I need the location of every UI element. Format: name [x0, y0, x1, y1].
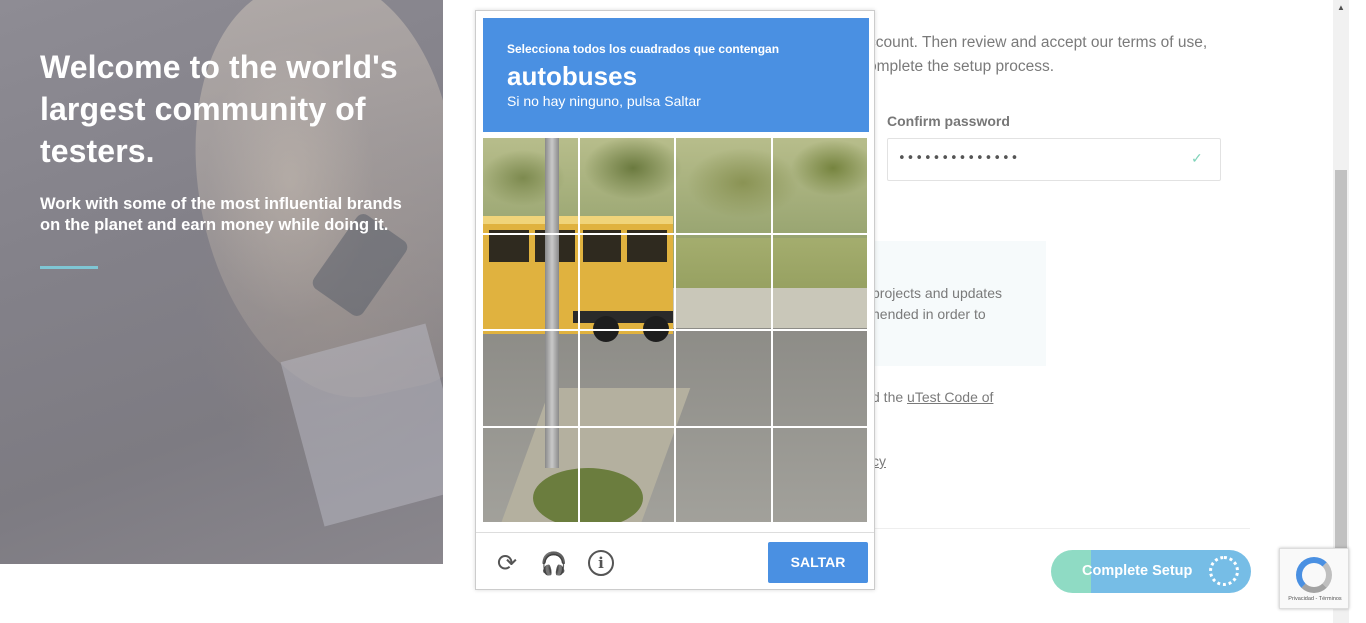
headphones-icon[interactable]: 🎧 — [540, 550, 568, 578]
captcha-tile-image — [579, 138, 674, 233]
page-root: Welcome to the world's largest community… — [0, 0, 1366, 623]
recaptcha-badge[interactable]: Privacidad - Términos — [1279, 548, 1349, 609]
captcha-tile-7[interactable] — [676, 234, 771, 329]
checkmark-icon: ✓ — [1191, 150, 1203, 166]
captcha-tile-8[interactable] — [772, 234, 867, 329]
captcha-tile-16[interactable] — [772, 427, 867, 522]
captcha-tile-image — [483, 427, 578, 522]
form-divider — [868, 528, 1250, 529]
notifications-info-text: projects and updates nended in order to — [872, 285, 1002, 322]
hero-panel: Welcome to the world's largest community… — [0, 0, 443, 564]
captcha-tile-image — [579, 427, 674, 522]
captcha-header: Selecciona todos los cuadrados que conte… — [483, 18, 869, 132]
code-prefix: d the — [872, 389, 908, 405]
captcha-hint: Si no hay ninguno, pulsa Saltar — [507, 93, 701, 109]
scroll-up-arrow-icon[interactable]: ▲ — [1335, 2, 1347, 14]
captcha-tile-2[interactable] — [579, 138, 674, 233]
hero-content: Welcome to the world's largest community… — [40, 46, 410, 269]
captcha-tile-image — [483, 234, 578, 329]
captcha-tile-image — [772, 234, 867, 329]
code-of-conduct-text: d the uTest Code of — [872, 389, 993, 405]
captcha-tile-14[interactable] — [579, 427, 674, 522]
captcha-tile-image — [772, 427, 867, 522]
captcha-instruction: Selecciona todos los cuadrados que conte… — [507, 42, 780, 56]
recaptcha-footer: Privacidad - Términos — [1288, 596, 1342, 602]
captcha-tile-12[interactable] — [772, 331, 867, 426]
hero-accent-rule — [40, 266, 98, 269]
captcha-target: autobuses — [507, 61, 638, 91]
captcha-footer-divider — [476, 532, 874, 533]
loading-spinner-icon — [1209, 556, 1239, 586]
captcha-tile-1[interactable] — [483, 138, 578, 233]
captcha-tile-11[interactable] — [676, 331, 771, 426]
captcha-tile-9[interactable] — [483, 331, 578, 426]
captcha-tile-3[interactable] — [676, 138, 771, 233]
captcha-tile-15[interactable] — [676, 427, 771, 522]
scrollbar-thumb[interactable] — [1335, 170, 1347, 550]
captcha-challenge-dialog: Selecciona todos los cuadrados que conte… — [475, 10, 875, 590]
captcha-tile-image — [676, 138, 771, 233]
captcha-tile-image — [676, 234, 771, 329]
captcha-tile-5[interactable] — [483, 234, 578, 329]
reload-icon[interactable]: ⟳ — [493, 550, 521, 578]
captcha-tile-image — [483, 138, 578, 233]
captcha-tile-image — [676, 427, 771, 522]
code-of-conduct-link[interactable]: uTest Code of — [907, 389, 993, 405]
captcha-tile-10[interactable] — [579, 331, 674, 426]
recaptcha-logo-icon — [1296, 557, 1332, 593]
confirm-password-input[interactable]: •••••••••••••• — [887, 138, 1221, 181]
captcha-tile-image — [676, 331, 771, 426]
confirm-password-label: Confirm password — [887, 113, 1010, 129]
hero-title: Welcome to the world's largest community… — [40, 49, 398, 169]
captcha-tile-image — [579, 234, 674, 329]
form-intro: ccount. Then review and accept our terms… — [868, 34, 1208, 75]
captcha-tile-image — [772, 138, 867, 233]
captcha-tile-6[interactable] — [579, 234, 674, 329]
captcha-tile-4[interactable] — [772, 138, 867, 233]
captcha-tile-image — [772, 331, 867, 426]
captcha-tile-image — [483, 331, 578, 426]
info-icon[interactable]: i — [588, 550, 614, 576]
captcha-tile-13[interactable] — [483, 427, 578, 522]
captcha-tile-image — [579, 331, 674, 426]
captcha-image-grid — [483, 138, 869, 524]
skip-button[interactable]: SALTAR — [768, 542, 868, 583]
hero-subtitle: Work with some of the most influential b… — [40, 195, 402, 234]
